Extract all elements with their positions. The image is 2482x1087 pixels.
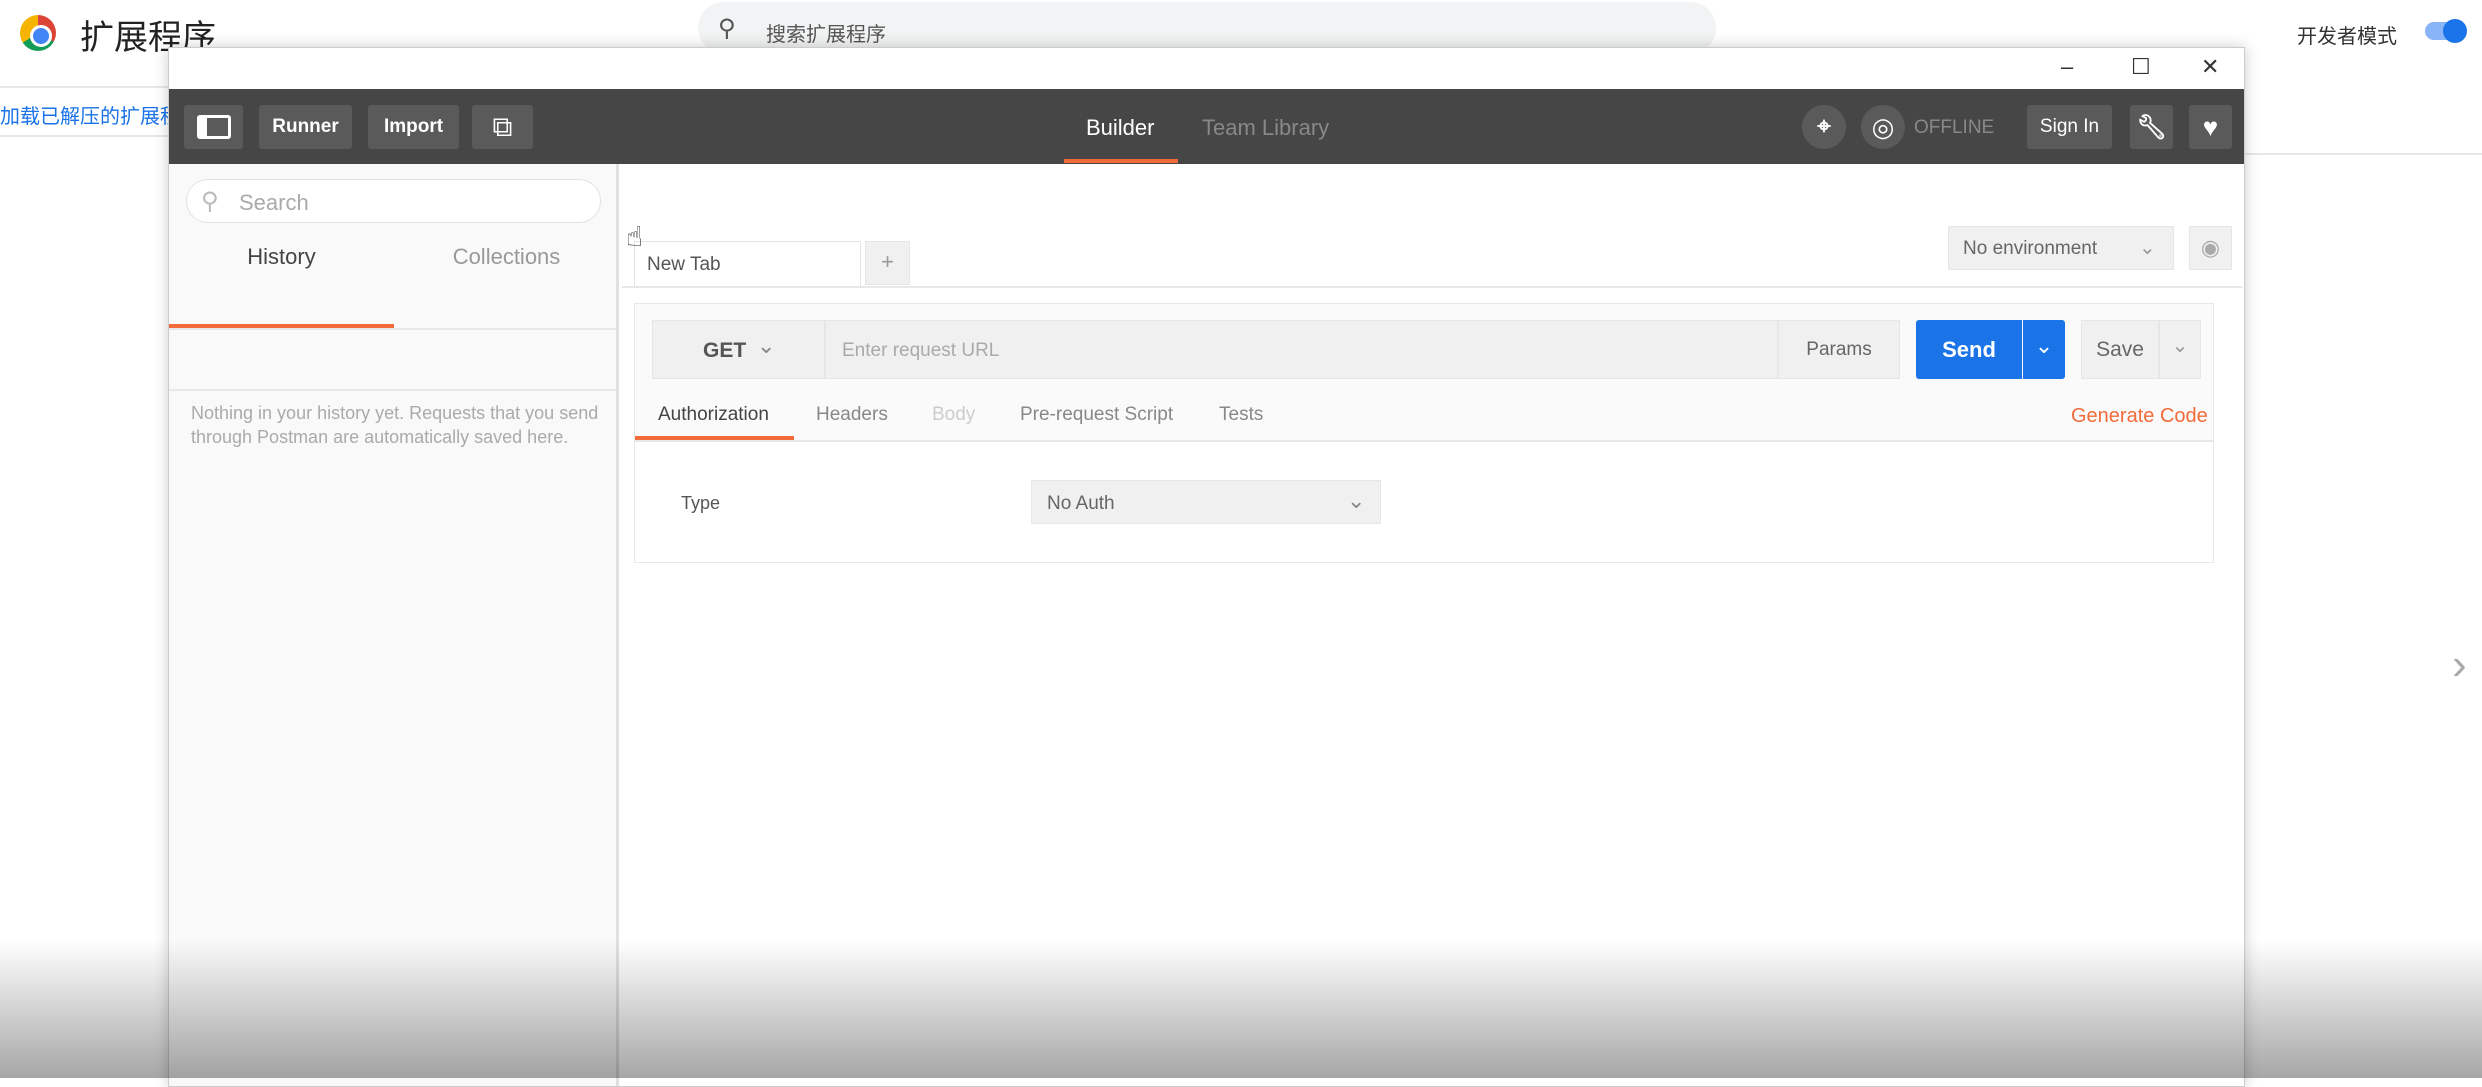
close-button[interactable]: ✕ <box>2201 54 2219 80</box>
title-bar: – ☐ ✕ <box>169 48 2244 89</box>
add-tab-button[interactable]: + <box>865 241 910 285</box>
divider <box>635 440 2213 442</box>
heart-icon[interactable]: ♥ <box>2189 105 2232 149</box>
chevron-down-icon: ⌄ <box>2139 237 2156 259</box>
method-value: GET <box>703 339 747 362</box>
import-button[interactable]: Import <box>368 105 459 149</box>
url-input[interactable]: Enter request URL <box>825 320 1778 379</box>
search-placeholder: 搜索扩展程序 <box>766 24 886 46</box>
developer-mode-label: 开发者模式 <box>2297 26 2397 48</box>
tab-team-library[interactable]: Team Library <box>1202 115 1329 141</box>
divider <box>169 328 616 330</box>
toolbar: Runner Import ⧉ Builder Team Library ⌖ ◎… <box>169 89 2244 164</box>
divider <box>169 389 616 391</box>
method-select[interactable]: GET ⌄ <box>652 320 825 379</box>
sidebar-search-input[interactable]: ⚲ Search <box>186 179 601 223</box>
send-options-chevron-icon[interactable]: ⌄ <box>2023 320 2065 379</box>
divider <box>622 286 2242 288</box>
runner-button[interactable]: Runner <box>259 105 352 149</box>
eye-icon[interactable]: ◉ <box>2189 226 2232 270</box>
chevron-down-icon: ⌄ <box>1347 488 1366 513</box>
toggle-sidebar-button[interactable] <box>184 105 243 149</box>
interceptor-icon[interactable]: ⌖ <box>1802 105 1846 149</box>
tab-tests[interactable]: Tests <box>1219 404 1263 426</box>
tab-headers[interactable]: Headers <box>816 404 888 426</box>
sync-icon[interactable]: ◎ <box>1861 105 1905 149</box>
tab-history[interactable]: History <box>169 244 394 270</box>
divider <box>2245 153 2482 155</box>
tab-collections[interactable]: Collections <box>394 244 619 270</box>
developer-mode-toggle[interactable] <box>2425 19 2467 43</box>
save-button[interactable]: Save <box>2081 320 2159 379</box>
tab-pre-request-script[interactable]: Pre-request Script <box>1020 404 1173 426</box>
offline-status: OFFLINE <box>1914 117 1995 138</box>
search-icon: ⚲ <box>718 15 736 42</box>
divider <box>0 86 170 88</box>
params-button[interactable]: Params <box>1778 320 1900 379</box>
minimize-button[interactable]: – <box>2061 54 2073 80</box>
chrome-logo <box>20 15 56 51</box>
history-empty-message: Nothing in your history yet. Requests th… <box>191 403 599 447</box>
auth-type-select[interactable]: No Auth ⌄ <box>1031 480 1381 524</box>
tab-authorization[interactable]: Authorization <box>658 404 769 426</box>
new-window-button[interactable]: ⧉ <box>472 105 533 149</box>
chevron-right-icon[interactable]: › <box>2452 640 2467 690</box>
environment-value: No environment <box>1963 238 2098 259</box>
tab-builder[interactable]: Builder <box>1086 115 1154 141</box>
type-label: Type <box>681 493 721 513</box>
tab-body[interactable]: Body <box>932 404 975 426</box>
divider <box>0 135 170 137</box>
sidebar: ⚲ Search History Collections Nothing in … <box>169 164 619 1086</box>
hand-cursor-icon: ☝ <box>626 221 644 252</box>
settings-wrench-icon[interactable]: 🔧︎ <box>2130 105 2173 149</box>
environment-select[interactable]: No environment ⌄ <box>1948 226 2174 270</box>
search-placeholder: Search <box>239 190 309 215</box>
postman-window: – ☐ ✕ Runner Import ⧉ Builder Team Libra… <box>168 47 2245 1087</box>
active-tab-indicator <box>1064 159 1178 163</box>
request-tab-label: New Tab <box>647 254 721 275</box>
main-panel: New Tab + No environment ⌄ ◉ GET ⌄ Enter… <box>622 164 2244 1086</box>
sidebar-icon <box>196 115 231 139</box>
chevron-down-icon: ⌄ <box>757 333 776 358</box>
generate-code-link[interactable]: Generate Code <box>2071 405 2208 428</box>
new-window-icon: ⧉ <box>492 110 513 142</box>
request-tab[interactable]: New Tab <box>634 241 861 287</box>
url-placeholder: Enter request URL <box>842 340 1000 361</box>
sign-in-button[interactable]: Sign In <box>2027 105 2112 149</box>
maximize-button[interactable]: ☐ <box>2131 54 2151 80</box>
save-options-chevron-icon[interactable]: ⌄ <box>2159 320 2201 379</box>
send-button[interactable]: Send <box>1916 320 2022 379</box>
auth-type-value: No Auth <box>1047 493 1115 514</box>
search-icon: ⚲ <box>201 188 219 215</box>
request-panel: GET ⌄ Enter request URL Params Send ⌄ Sa… <box>634 303 2214 563</box>
